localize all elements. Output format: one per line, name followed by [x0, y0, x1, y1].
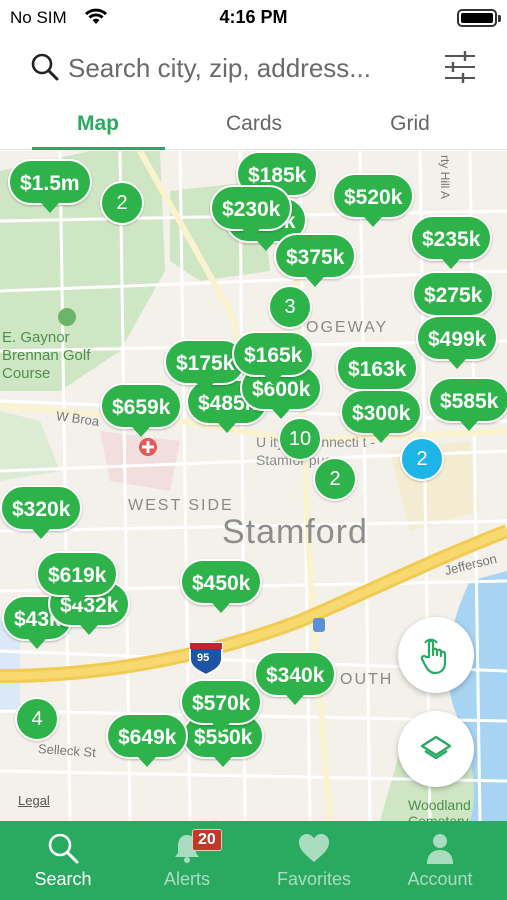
view-tabs: Map Cards Grid — [0, 100, 507, 150]
map-label-ridgeway: OGEWAY — [306, 319, 389, 336]
map-cluster[interactable]: 4 — [15, 697, 59, 741]
price-pin[interactable]: $499k — [416, 315, 499, 369]
price-pin[interactable]: $450k — [180, 559, 263, 613]
tabbar-alerts-label: Alerts — [163, 869, 210, 889]
tabbar-favorites-label: Favorites — [276, 869, 352, 889]
search-icon — [48, 833, 79, 864]
price-pin[interactable]: $1.5m — [8, 159, 92, 213]
alerts-badge: 20 — [192, 829, 222, 851]
search-input[interactable] — [68, 48, 428, 88]
draw-area-button[interactable] — [398, 617, 474, 693]
map-label-west-side: WEST SIDE — [128, 497, 234, 514]
tab-map[interactable]: Map — [28, 112, 168, 136]
price-pin[interactable]: $300k — [340, 389, 423, 443]
tabbar-account[interactable]: Account — [377, 821, 503, 900]
clock: 4:16 PM — [219, 7, 288, 27]
filter-sliders-icon[interactable] — [443, 48, 477, 91]
price-pin[interactable]: $619k — [36, 551, 119, 605]
map-label-city: Stamford — [222, 513, 368, 551]
map-label-hill: rty Hill A — [438, 155, 452, 200]
price-pin[interactable]: $340k — [254, 651, 337, 705]
map-view[interactable]: E. Gaynor Brennan Golf Course WEST SIDE … — [0, 151, 507, 821]
map-label-highway: 95 — [197, 652, 210, 664]
map-cluster[interactable]: 2 — [313, 457, 357, 501]
map-cluster[interactable]: 2 — [100, 181, 144, 225]
map-label-south: OUTH — [340, 671, 394, 688]
price-pin[interactable]: $585k — [428, 377, 507, 431]
person-icon — [427, 834, 453, 864]
price-pin[interactable]: $520k — [332, 173, 415, 227]
map-label-golf-course: E. Gaynor Brennan Golf Course — [2, 329, 91, 382]
tabbar-search-label: Search — [34, 869, 92, 889]
status-bar: No SIM 4:16 PM — [0, 0, 507, 34]
map-legal-link[interactable]: Legal — [18, 793, 50, 808]
map-layers-button[interactable] — [398, 711, 474, 787]
map-cluster[interactable]: 3 — [268, 285, 312, 329]
price-pin[interactable]: $659k — [100, 383, 183, 437]
price-pin[interactable]: $649k — [106, 713, 189, 767]
price-pin[interactable]: $165k — [232, 331, 315, 385]
price-pin[interactable]: $230k — [210, 185, 293, 239]
tabbar-favorites[interactable]: Favorites — [251, 821, 377, 900]
price-pin[interactable]: $375k — [274, 233, 357, 287]
bottom-tab-bar: Search 20 Alerts Favorites Account — [0, 821, 507, 900]
active-tab-indicator — [32, 147, 165, 150]
map-cluster-blue[interactable]: 2 — [400, 437, 444, 481]
heart-icon — [299, 834, 329, 862]
price-pin[interactable]: $275k — [412, 271, 495, 325]
map-cluster[interactable]: 10 — [278, 417, 322, 461]
tab-cards[interactable]: Cards — [184, 112, 324, 136]
tabbar-search[interactable]: Search — [0, 821, 126, 900]
map-label-woodland: Woodland Cemetery — [408, 797, 471, 821]
search-icon — [30, 52, 60, 87]
tab-grid[interactable]: Grid — [340, 112, 480, 136]
tabbar-alerts[interactable]: 20 Alerts — [124, 821, 250, 900]
price-pin[interactable]: $570k — [180, 679, 263, 733]
battery-icon — [457, 9, 501, 27]
search-bar — [0, 40, 507, 96]
price-pin[interactable]: $235k — [410, 215, 493, 269]
tabbar-account-label: Account — [407, 869, 473, 889]
price-pin[interactable]: $163k — [336, 345, 419, 399]
price-pin[interactable]: $320k — [0, 485, 83, 539]
